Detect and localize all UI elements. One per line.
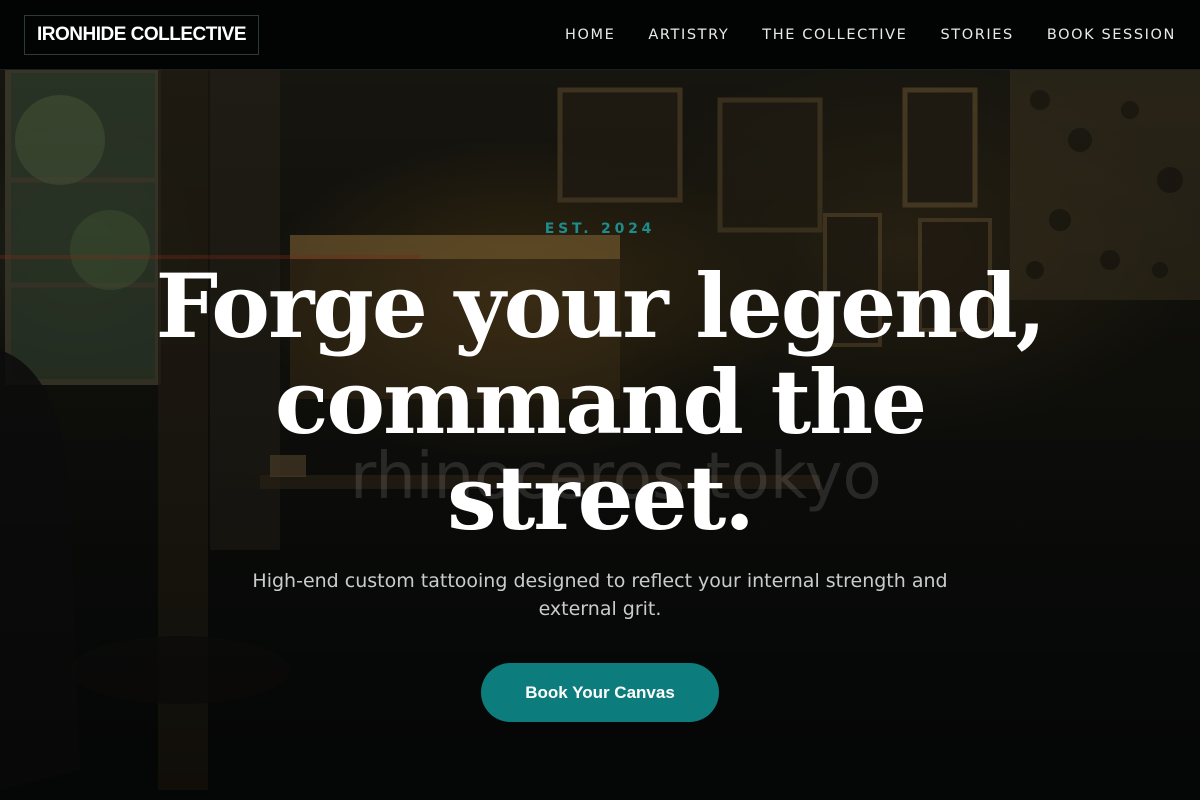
hero-subtext: High-end custom tattooing designed to re… bbox=[252, 570, 948, 620]
nav-link-stories[interactable]: STORIES bbox=[940, 27, 1013, 43]
nav-link-book-session[interactable]: BOOK SESSION bbox=[1047, 27, 1176, 43]
nav-link-the-collective[interactable]: THE COLLECTIVE bbox=[762, 27, 907, 43]
book-your-canvas-button[interactable]: Book Your Canvas bbox=[481, 663, 719, 722]
site-logo[interactable]: IRONHIDE COLLECTIVE bbox=[24, 14, 260, 55]
nav-link-home[interactable]: HOME bbox=[565, 27, 615, 43]
main-nav: HOME ARTISTRY THE COLLECTIVE STORIES BOO… bbox=[565, 27, 1176, 43]
hero-headline: Forge your legend, command the street. bbox=[155, 254, 1047, 550]
nav-link-artistry[interactable]: ARTISTRY bbox=[648, 27, 729, 43]
established-label: EST. 2024 bbox=[544, 221, 656, 237]
site-header: IRONHIDE COLLECTIVE HOME ARTISTRY THE CO… bbox=[0, 0, 1200, 70]
hero-section: rhinoceros tokyo EST. 2024 Forge your le… bbox=[0, 70, 1200, 800]
